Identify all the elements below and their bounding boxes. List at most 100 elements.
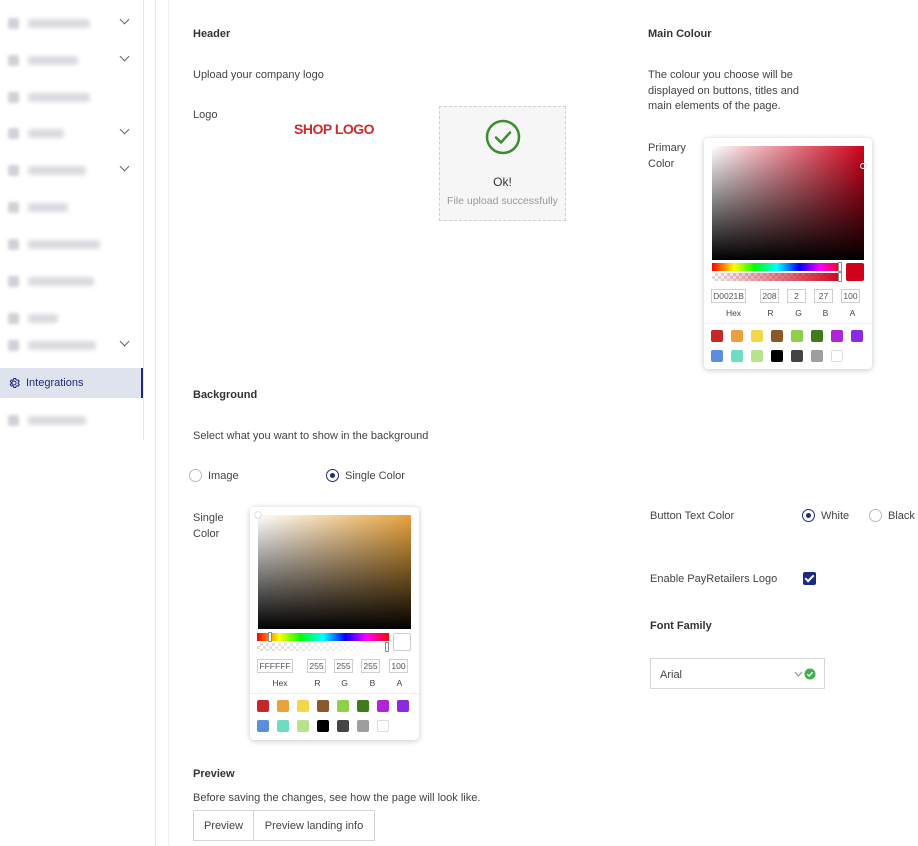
hex-label: Hex: [272, 678, 288, 688]
hue-handle[interactable]: [838, 262, 842, 272]
primary-color-picker: D0021B 208 2 27 100 Hex R G B A: [704, 138, 872, 369]
color-swatch[interactable]: [337, 720, 349, 732]
main-colour-title: Main Colour: [648, 28, 712, 40]
a-input[interactable]: 100: [841, 289, 860, 303]
logo-upload-dropzone[interactable]: Ok! File upload successfully: [439, 106, 566, 221]
menu-icon: [8, 91, 19, 103]
sidebar-item-label: [28, 313, 58, 323]
saturation-area[interactable]: [258, 515, 411, 629]
color-swatch[interactable]: [851, 330, 863, 342]
font-family-value: Arial: [660, 669, 683, 681]
sidebar-item-9[interactable]: [0, 303, 143, 333]
b-input[interactable]: 255: [361, 659, 380, 673]
sidebar-item-label: [28, 415, 86, 425]
radio-black-label: Black: [888, 510, 915, 522]
color-swatch[interactable]: [731, 330, 743, 342]
color-swatch[interactable]: [811, 350, 823, 362]
hue-handle[interactable]: [268, 632, 272, 642]
radio-white[interactable]: [802, 509, 815, 522]
chevron-down-icon: [119, 14, 130, 25]
color-swatch[interactable]: [791, 350, 803, 362]
color-swatch[interactable]: [357, 700, 369, 712]
sidebar-item-10[interactable]: [0, 330, 143, 360]
b-input[interactable]: 27: [814, 289, 833, 303]
header-title: Header: [193, 28, 231, 40]
sidebar-item-label: [28, 128, 64, 138]
sidebar-item-label: Integrations: [26, 377, 84, 389]
menu-icon: [8, 339, 19, 351]
alpha-gradient: [257, 643, 389, 651]
sidebar-item-integrations[interactable]: Integrations: [0, 368, 143, 398]
current-color-swatch: [393, 633, 411, 651]
sidebar-item-4[interactable]: [0, 118, 143, 148]
sidebar-item-3[interactable]: [0, 82, 143, 112]
hex-input[interactable]: D0021B: [711, 289, 746, 303]
hue-slider[interactable]: [257, 632, 389, 642]
sidebar-item-12[interactable]: [0, 405, 143, 435]
color-swatch[interactable]: [771, 350, 783, 362]
single-color-label: Single Color: [193, 512, 224, 540]
sidebar-item-7[interactable]: [0, 229, 143, 259]
color-swatch[interactable]: [751, 350, 763, 362]
menu-icon: [8, 17, 19, 29]
preview-landing-info-button[interactable]: Preview landing info: [253, 810, 375, 841]
alpha-handle[interactable]: [838, 272, 842, 282]
alpha-handle[interactable]: [385, 642, 389, 652]
hex-label: Hex: [725, 308, 742, 318]
sidebar-item-5[interactable]: [0, 155, 143, 185]
color-swatch[interactable]: [731, 350, 743, 362]
color-swatch[interactable]: [257, 700, 269, 712]
sidebar-item-label: [28, 165, 86, 175]
chevron-down-icon: [119, 336, 130, 347]
color-swatch[interactable]: [831, 330, 843, 342]
r-input[interactable]: 255: [307, 659, 326, 673]
menu-icon: [8, 201, 19, 213]
b-label: B: [822, 308, 829, 318]
color-swatch[interactable]: [317, 720, 329, 732]
sidebar-item-label: [28, 55, 78, 65]
color-swatch[interactable]: [277, 700, 289, 712]
color-swatch[interactable]: [297, 700, 309, 712]
alpha-slider[interactable]: [257, 642, 389, 652]
saturation-cursor[interactable]: [860, 163, 866, 169]
sidebar-item-6[interactable]: [0, 192, 143, 222]
sidebar-item-1[interactable]: [0, 8, 143, 38]
preview-button[interactable]: Preview: [193, 810, 254, 841]
color-swatch[interactable]: [791, 330, 803, 342]
font-family-select[interactable]: Arial: [650, 658, 825, 689]
color-swatch[interactable]: [337, 700, 349, 712]
r-input[interactable]: 208: [760, 289, 779, 303]
g-input[interactable]: 2: [787, 289, 806, 303]
upload-message: File upload successfully: [447, 195, 558, 207]
a-input[interactable]: 100: [389, 659, 408, 673]
chevron-down-icon: [119, 124, 130, 135]
g-input[interactable]: 255: [334, 659, 353, 673]
radio-black[interactable]: [869, 509, 882, 522]
color-swatch[interactable]: [277, 720, 289, 732]
saturation-area[interactable]: [712, 146, 864, 260]
payretailers-logo-checkbox[interactable]: [803, 572, 816, 585]
hue-slider[interactable]: [712, 262, 842, 272]
color-swatch[interactable]: [297, 720, 309, 732]
color-swatch[interactable]: [377, 700, 389, 712]
color-swatch[interactable]: [711, 330, 723, 342]
alpha-slider[interactable]: [712, 272, 842, 282]
menu-icon: [8, 312, 19, 324]
color-swatch[interactable]: [711, 350, 723, 362]
menu-icon: [8, 164, 19, 176]
radio-image[interactable]: [189, 469, 202, 482]
color-swatch[interactable]: [811, 330, 823, 342]
color-swatch[interactable]: [257, 720, 269, 732]
color-swatch[interactable]: [317, 700, 329, 712]
color-swatch[interactable]: [397, 700, 409, 712]
color-swatch[interactable]: [377, 720, 389, 732]
color-swatch[interactable]: [357, 720, 369, 732]
color-swatch[interactable]: [831, 350, 843, 362]
color-swatch[interactable]: [751, 330, 763, 342]
radio-single-color[interactable]: [326, 469, 339, 482]
hex-input[interactable]: FFFFFF: [257, 659, 293, 673]
color-swatch[interactable]: [771, 330, 783, 342]
sidebar-item-8[interactable]: [0, 266, 143, 296]
sidebar-item-2[interactable]: [0, 45, 143, 75]
saturation-cursor[interactable]: [255, 512, 261, 518]
